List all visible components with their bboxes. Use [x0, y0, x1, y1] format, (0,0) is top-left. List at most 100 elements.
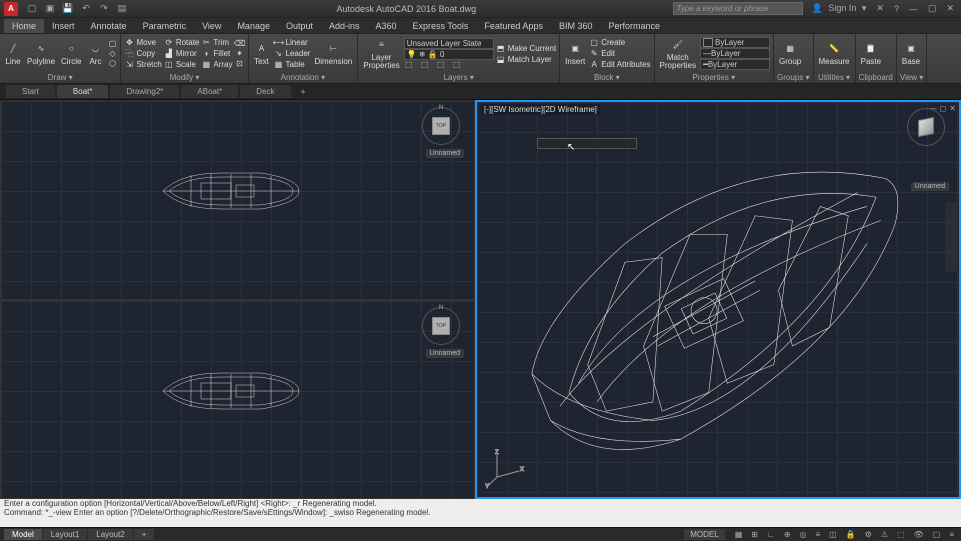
grid-toggle-icon[interactable]: ▦ — [732, 530, 746, 539]
layer-dropdown[interactable]: 💡 ❄ 🔒 0 — [404, 49, 494, 60]
base-view-button[interactable]: ▣Base — [900, 40, 922, 67]
annotation-monitor-icon[interactable]: ⚠ — [878, 530, 891, 539]
layer-properties-button[interactable]: ≡Layer Properties — [361, 36, 401, 71]
panel-title-block[interactable]: Block ▾ — [563, 72, 650, 82]
new-tab-button[interactable]: + — [293, 85, 314, 99]
tab-a360[interactable]: A360 — [368, 19, 405, 33]
panel-title-modify[interactable]: Modify ▾ — [124, 72, 244, 82]
print-icon[interactable]: ▤ — [116, 3, 128, 15]
annotation-scale-icon[interactable]: 🔒 — [843, 530, 859, 539]
dimension-button[interactable]: ⊢Dimension — [312, 40, 354, 67]
layout-tab-add[interactable]: + — [134, 529, 155, 540]
panel-title-utilities[interactable]: Utilities ▾ — [817, 72, 852, 82]
tab-insert[interactable]: Insert — [44, 19, 83, 33]
osnap-toggle-icon[interactable]: ◎ — [797, 530, 810, 539]
hardware-accel-icon[interactable]: ⬚ — [894, 530, 908, 539]
tab-express[interactable]: Express Tools — [405, 19, 477, 33]
isolate-icon[interactable]: 👁 — [911, 530, 927, 539]
edit-attr-button[interactable]: AEdit Attributes — [589, 59, 650, 70]
filetab-boat[interactable]: Boat* — [57, 85, 109, 98]
extra-draw-2[interactable]: ◇ — [107, 49, 117, 59]
navigation-bar[interactable] — [945, 202, 957, 272]
extra-draw-3[interactable]: ⬡ — [107, 59, 117, 69]
linear-button[interactable]: ⟷Linear — [274, 37, 311, 48]
tab-output[interactable]: Output — [278, 19, 321, 33]
extra-draw-1[interactable]: ▢ — [107, 39, 117, 49]
viewcube-right[interactable] — [907, 108, 945, 146]
linetype-dropdown[interactable]: — ByLayer — [700, 48, 770, 59]
tab-view[interactable]: View — [194, 19, 229, 33]
clean-screen-icon[interactable]: ▢ — [930, 530, 944, 539]
polar-toggle-icon[interactable]: ⊕ — [781, 530, 794, 539]
layer-tool-1[interactable]: ⬚ — [404, 60, 414, 70]
copy-button[interactable]: ⿻Copy — [124, 48, 161, 59]
layer-tool-2[interactable]: ⬚ — [420, 60, 430, 70]
view-title-right[interactable]: [-][SW Isometric][2D Wireframe] — [481, 104, 600, 115]
tab-performance[interactable]: Performance — [600, 19, 668, 33]
panel-title-annotation[interactable]: Annotation ▾ — [252, 72, 355, 82]
viewport-right-active[interactable]: [-][SW Isometric][2D Wireframe] — ◻ ✕ ↖ — [475, 100, 961, 499]
ucs-icon[interactable]: Z X Y — [485, 449, 525, 491]
panel-title-view[interactable]: View ▾ — [900, 72, 923, 82]
customize-icon[interactable]: ≡ — [946, 530, 957, 539]
help-search-input[interactable]: Type a keyword or phrase — [673, 2, 803, 15]
maximize-button[interactable]: ▢ — [925, 3, 940, 14]
save-icon[interactable]: 💾 — [62, 3, 74, 15]
tab-manage[interactable]: Manage — [229, 19, 278, 33]
polyline-button[interactable]: ∿Polyline — [25, 40, 57, 67]
color-dropdown[interactable]: ByLayer — [700, 37, 770, 48]
circle-button[interactable]: ○Circle — [59, 40, 83, 67]
explode-button[interactable]: ✶ — [235, 49, 245, 59]
make-current-button[interactable]: ⬒Make Current — [496, 43, 556, 54]
tab-featured[interactable]: Featured Apps — [476, 19, 551, 33]
signin-button[interactable]: 👤 Sign In ▾ — [809, 3, 870, 14]
match-layer-button[interactable]: ⬓Match Layer — [496, 54, 556, 65]
exchange-icon[interactable]: ✕ — [873, 3, 887, 14]
layer-tool-3[interactable]: ⬚ — [436, 60, 446, 70]
layout-tab-1[interactable]: Layout1 — [43, 529, 87, 540]
array-button[interactable]: ▦Array — [201, 59, 232, 70]
viewport-close-icon[interactable]: ✕ — [949, 104, 956, 113]
mirror-button[interactable]: ▟Mirror — [164, 48, 200, 59]
erase-button[interactable]: ⌫ — [235, 39, 245, 49]
scale-button[interactable]: ◫Scale — [164, 59, 200, 70]
group-button[interactable]: ▦Group — [777, 40, 803, 67]
panel-title-draw[interactable]: Draw ▾ — [3, 72, 117, 82]
viewport-bottom-left[interactable]: NTOP Unnamed — [0, 300, 475, 500]
edit-block-button[interactable]: ✎Edit — [589, 48, 650, 59]
redo-icon[interactable]: ↷ — [98, 3, 110, 15]
app-icon[interactable]: A — [4, 2, 18, 16]
match-properties-button[interactable]: 🖌Match Properties — [658, 36, 698, 71]
filetab-start[interactable]: Start — [6, 85, 55, 98]
panel-title-groups[interactable]: Groups ▾ — [777, 72, 809, 82]
measure-button[interactable]: 📏Measure — [817, 40, 852, 67]
paste-button[interactable]: 📋Paste — [859, 40, 883, 67]
minimize-button[interactable]: — — [906, 4, 921, 14]
text-button[interactable]: AText — [252, 40, 272, 67]
panel-title-layers[interactable]: Layers ▾ — [361, 72, 556, 82]
tab-parametric[interactable]: Parametric — [135, 19, 195, 33]
insert-block-button[interactable]: ▣Insert — [563, 40, 587, 67]
panel-title-properties[interactable]: Properties ▾ — [658, 72, 770, 82]
leader-button[interactable]: ↘Leader — [274, 48, 311, 59]
trim-button[interactable]: ✂Trim — [201, 37, 232, 48]
layout-tab-2[interactable]: Layout2 — [88, 529, 132, 540]
layer-tool-4[interactable]: ⬚ — [452, 60, 462, 70]
layout-tab-model[interactable]: Model — [4, 529, 42, 540]
rotate-button[interactable]: ⟳Rotate — [164, 37, 200, 48]
filetab-5[interactable]: Deck — [240, 85, 290, 98]
tab-home[interactable]: Home — [4, 19, 44, 33]
help-icon[interactable]: ? — [891, 4, 902, 14]
viewcube-tl[interactable]: NTOP — [422, 107, 460, 145]
table-button[interactable]: ▦Table — [274, 59, 311, 70]
filetab-4[interactable]: ABoat* — [181, 85, 238, 98]
viewcube-bl[interactable]: NTOP — [422, 307, 460, 345]
new-icon[interactable]: ▢ — [26, 3, 38, 15]
tab-addins[interactable]: Add-ins — [321, 19, 368, 33]
viewport-top-left[interactable]: NTOP Unnamed — [0, 100, 475, 300]
undo-icon[interactable]: ↶ — [80, 3, 92, 15]
tab-bim360[interactable]: BIM 360 — [551, 19, 601, 33]
close-button[interactable]: ✕ — [943, 3, 957, 14]
transparency-toggle-icon[interactable]: ◫ — [826, 530, 840, 539]
ortho-toggle-icon[interactable]: ∟ — [764, 530, 778, 539]
